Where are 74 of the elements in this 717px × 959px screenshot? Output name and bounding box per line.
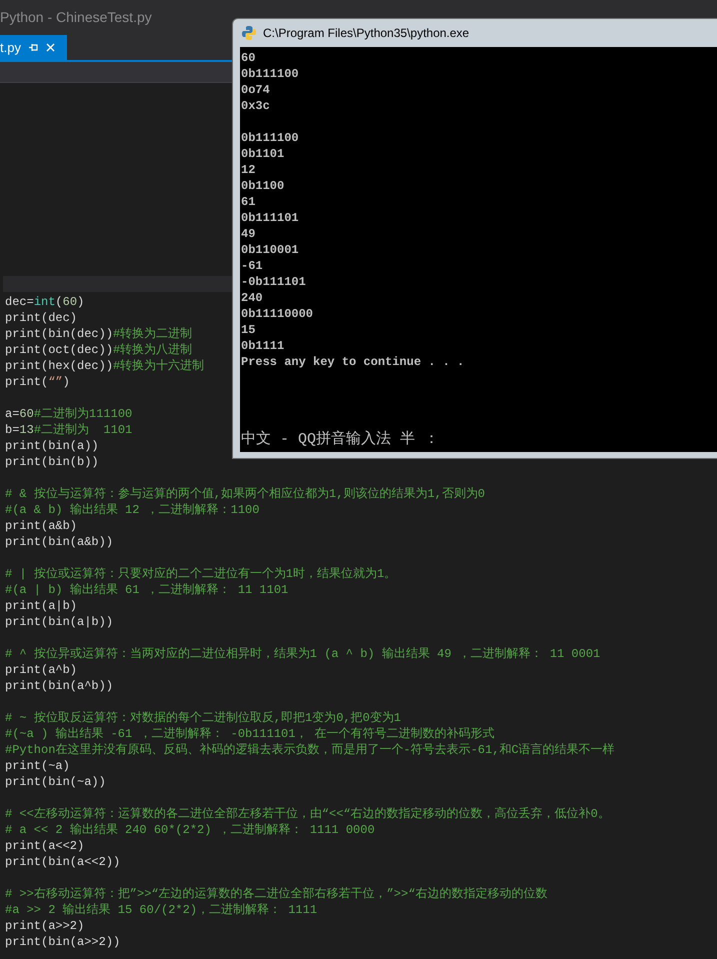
code-text: 13: [19, 422, 34, 438]
code-text: print(bin(dec)): [5, 326, 114, 342]
code-text: print(~a): [5, 758, 70, 774]
console-output-line: 0b111100: [241, 131, 299, 145]
code-comment: # & 按位与运算符：参与运算的两个值,如果两个相应位都为1,则该位的结果为1,否则为0: [5, 486, 486, 502]
console-title: C:\Program Files\Python35\python.exe: [263, 25, 470, 42]
console-output-line: 0b1100: [241, 179, 284, 193]
code-text: print(bin(~a)): [5, 774, 106, 790]
code-text: print(a|b): [5, 598, 78, 614]
console-output-line: 15: [241, 323, 256, 337]
ime-status: 中文 - QQ拼音输入法 半 ：: [241, 431, 440, 448]
console-output-line: 0b111100: [241, 67, 299, 81]
code-text: print(bin(b)): [5, 454, 99, 470]
console-output-line: 240: [241, 291, 263, 305]
console-output-line: 49: [241, 227, 256, 241]
editor-tab[interactable]: t.py: [0, 35, 67, 60]
console-output-line: -0b111101: [241, 275, 306, 289]
code-comment: #(~a ) 输出结果 -61 ，二进制解释： -0b111101， 在一个有符号二进制数的补码形式: [5, 726, 495, 742]
window-title: Python - ChineseTest.py: [0, 8, 152, 27]
code-text: “”: [48, 374, 63, 390]
code-text: dec=: [5, 294, 34, 310]
code-comment: # <<左移动运算符：运算数的各二进位全部左移若干位，由“<<“右边的数指定移动的位数，高位丢弃，低位补0。: [5, 806, 610, 822]
code-text: print(a^b): [5, 662, 78, 678]
code-text: print(a<<2): [5, 838, 84, 854]
code-comment: #(a & b) 输出结果 12 ，二进制解释：1100: [5, 502, 260, 518]
code-text: print(: [5, 374, 48, 390]
console-output-line: Press any key to continue . . .: [241, 355, 464, 369]
code-text: (: [55, 294, 63, 310]
code-text: print(bin(a^b)): [5, 678, 114, 694]
close-icon[interactable]: [46, 43, 55, 52]
code-text: ): [62, 374, 70, 390]
python-logo-icon: [241, 25, 257, 41]
code-text: print(bin(a|b)): [5, 614, 114, 630]
code-text: print(dec): [5, 310, 78, 326]
code-text: print(a>>2): [5, 918, 84, 934]
code-comment: #a >> 2 输出结果 15 60/(2*2)，二进制解释： 1111: [5, 902, 318, 918]
code-text: print(bin(a&b)): [5, 534, 114, 550]
console-output-line: 0b111101: [241, 211, 299, 225]
code-comment: #二进制为111100: [34, 406, 132, 422]
console-output-line: 61: [241, 195, 256, 209]
console-output-line: 0b1111: [241, 339, 284, 353]
horizontal-scrollbar[interactable]: [3, 276, 232, 292]
console-output-line: 0b11110000: [241, 307, 314, 321]
code-text: print(bin(a)): [5, 438, 99, 454]
pin-icon[interactable]: [28, 43, 38, 52]
code-comment: # ^ 按位异或运算符：当两对应的二进位相异时，结果为1 (a ^ b) 输出结果 49 ，二进制解释： 11 0001: [5, 646, 600, 662]
code-comment: # | 按位或运算符：只要对应的二个二进位有一个为1时，结果位就为1。: [5, 566, 396, 582]
code-comment: # ~ 按位取反运算符：对数据的每个二进制位取反,即把1变为0,把0变为1: [5, 710, 402, 726]
code-comment: #转换为十六进制: [113, 358, 204, 374]
code-comment: #(a | b) 输出结果 61 ，二进制解释： 11 1101: [5, 582, 288, 598]
console-output-line: 0b1101: [241, 147, 284, 161]
code-text: print(oct(dec)): [5, 342, 114, 358]
console-output-line: 0b110001: [241, 243, 299, 257]
console-output-line: -61: [241, 259, 263, 273]
code-text: 60: [62, 294, 78, 310]
code-text: b=: [5, 422, 20, 438]
code-text: 60: [19, 406, 34, 422]
code-comment: #Python在这里并没有原码、反码、补码的逻辑去表示负数，而是用了一个-符号去表示-61,和C语言的结果不一样: [5, 742, 615, 758]
code-comment: #转换为八进制: [113, 342, 192, 358]
code-text: print(bin(a>>2)): [5, 934, 120, 950]
console-output-line: 12: [241, 163, 256, 177]
code-comment: #转换为二进制: [113, 326, 192, 342]
console-output-line: 0x3c: [241, 99, 270, 113]
code-comment: # a << 2 输出结果 240 60*(2*2) ，二进制解释： 1111 0000: [5, 822, 375, 838]
code-text: print(hex(dec)): [5, 358, 114, 374]
console-output-line: 0o74: [241, 83, 270, 97]
code-text: ): [77, 294, 84, 310]
code-text: int: [34, 294, 56, 310]
code-text: print(a&b): [5, 518, 78, 534]
code-comment: #二进制为 1101: [34, 422, 132, 438]
console-output-line: 60: [241, 51, 256, 65]
code-comment: # >>右移动运算符：把”>>“左边的运算数的各二进位全部右移若干位，”>>“右边的数指定移动的位数: [5, 886, 548, 902]
code-text: print(bin(a<<2)): [5, 854, 120, 870]
code-text: a=: [5, 406, 20, 422]
